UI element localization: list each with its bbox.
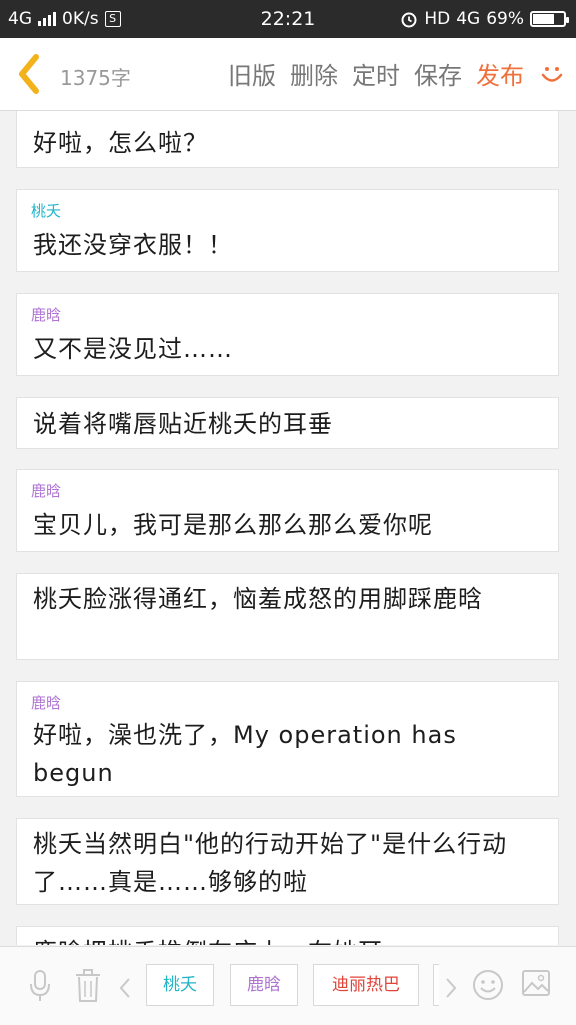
network-type-right: 4G	[456, 9, 481, 29]
microphone-icon[interactable]	[28, 969, 52, 1003]
delete-button[interactable]: 删除	[290, 56, 338, 91]
narration-card[interactable]: 说着将嘴唇贴近桃夭的耳垂	[16, 397, 559, 449]
editor-toolbar: 1375字 旧版 删除 定时 保存 发布	[0, 38, 576, 111]
word-count: 1375字	[60, 66, 131, 90]
card-text: 又不是没见过……	[33, 335, 233, 363]
narration-card[interactable]: 桃夭当然明白"他的行动开始了"是什么行动了……真是……够够的啦	[16, 818, 559, 905]
save-button[interactable]: 保存	[414, 56, 462, 91]
publish-button[interactable]: 发布	[476, 56, 524, 91]
hd-label: HD	[424, 9, 451, 29]
card-text: 宝贝儿，我可是那么那么那么爱你呢	[33, 511, 433, 539]
smile-icon[interactable]	[538, 60, 566, 88]
story-content[interactable]: 鹿晗 好啦，怎么啦？ 桃夭 我还没穿衣服！！ 鹿晗 又不是没见过…… 说着将嘴唇…	[0, 111, 576, 945]
emoji-icon[interactable]	[472, 969, 504, 1001]
card-text: 我还没穿衣服！！	[33, 231, 233, 259]
image-icon[interactable]	[521, 969, 551, 997]
character-chip[interactable]: 桃夭	[146, 964, 214, 1006]
card-text: 桃夭当然明白"他的行动开始了"是什么行动了……真是……够够的啦	[33, 830, 508, 896]
narration-card[interactable]: 鹿晗把桃夭推倒在床上，在她耳	[16, 926, 559, 945]
status-right: HD 4G 69%	[400, 9, 569, 29]
narration-card[interactable]: 桃夭脸涨得通红，恼羞成怒的用脚踩鹿晗	[16, 573, 559, 660]
character-chip-partial[interactable]	[433, 964, 439, 1006]
dialogue-card[interactable]: 鹿晗 又不是没见过……	[16, 293, 559, 376]
schedule-button[interactable]: 定时	[352, 56, 400, 91]
trash-icon[interactable]	[74, 969, 102, 1003]
card-text: 桃夭脸涨得通红，恼羞成怒的用脚踩鹿晗	[33, 585, 483, 613]
character-chip[interactable]: 鹿晗	[230, 964, 298, 1006]
speaker-name: 桃夭	[31, 202, 62, 220]
dialogue-card[interactable]: 鹿晗 好啦，澡也洗了，My operation has begun	[16, 681, 559, 797]
back-chevron-icon[interactable]	[12, 52, 46, 96]
speaker-name: 鹿晗	[31, 694, 62, 712]
card-text: 鹿晗把桃夭推倒在床上，在她耳	[33, 933, 544, 945]
battery-icon	[530, 11, 569, 27]
battery-fill	[533, 14, 554, 24]
battery-percent: 69%	[486, 9, 524, 29]
old-version-button[interactable]: 旧版	[228, 56, 276, 91]
bottom-bar: 桃夭 鹿晗 迪丽热巴	[0, 946, 576, 1025]
toolbar-actions: 旧版 删除 定时 保存 发布	[228, 56, 566, 91]
alarm-icon	[401, 12, 417, 28]
dialogue-card[interactable]: 鹿晗 宝贝儿，我可是那么那么那么爱你呢	[16, 469, 559, 552]
dialogue-card[interactable]: 鹿晗 好啦，怎么啦？	[16, 111, 559, 168]
card-text: 说着将嘴唇贴近桃夭的耳垂	[33, 410, 333, 438]
status-bar: 4G 0K/s S 22:21 HD 4G 69%	[0, 0, 576, 38]
chevron-right-icon[interactable]	[444, 977, 458, 999]
speaker-name: 鹿晗	[31, 306, 62, 324]
speaker-name: 鹿晗	[31, 482, 62, 500]
chevron-left-icon[interactable]	[118, 977, 132, 999]
card-text: 好啦，怎么啦？	[33, 129, 208, 157]
character-chip[interactable]: 迪丽热巴	[313, 964, 419, 1006]
dialogue-card[interactable]: 桃夭 我还没穿衣服！！	[16, 189, 559, 272]
card-text: 好啦，澡也洗了，My operation has begun	[33, 721, 457, 787]
